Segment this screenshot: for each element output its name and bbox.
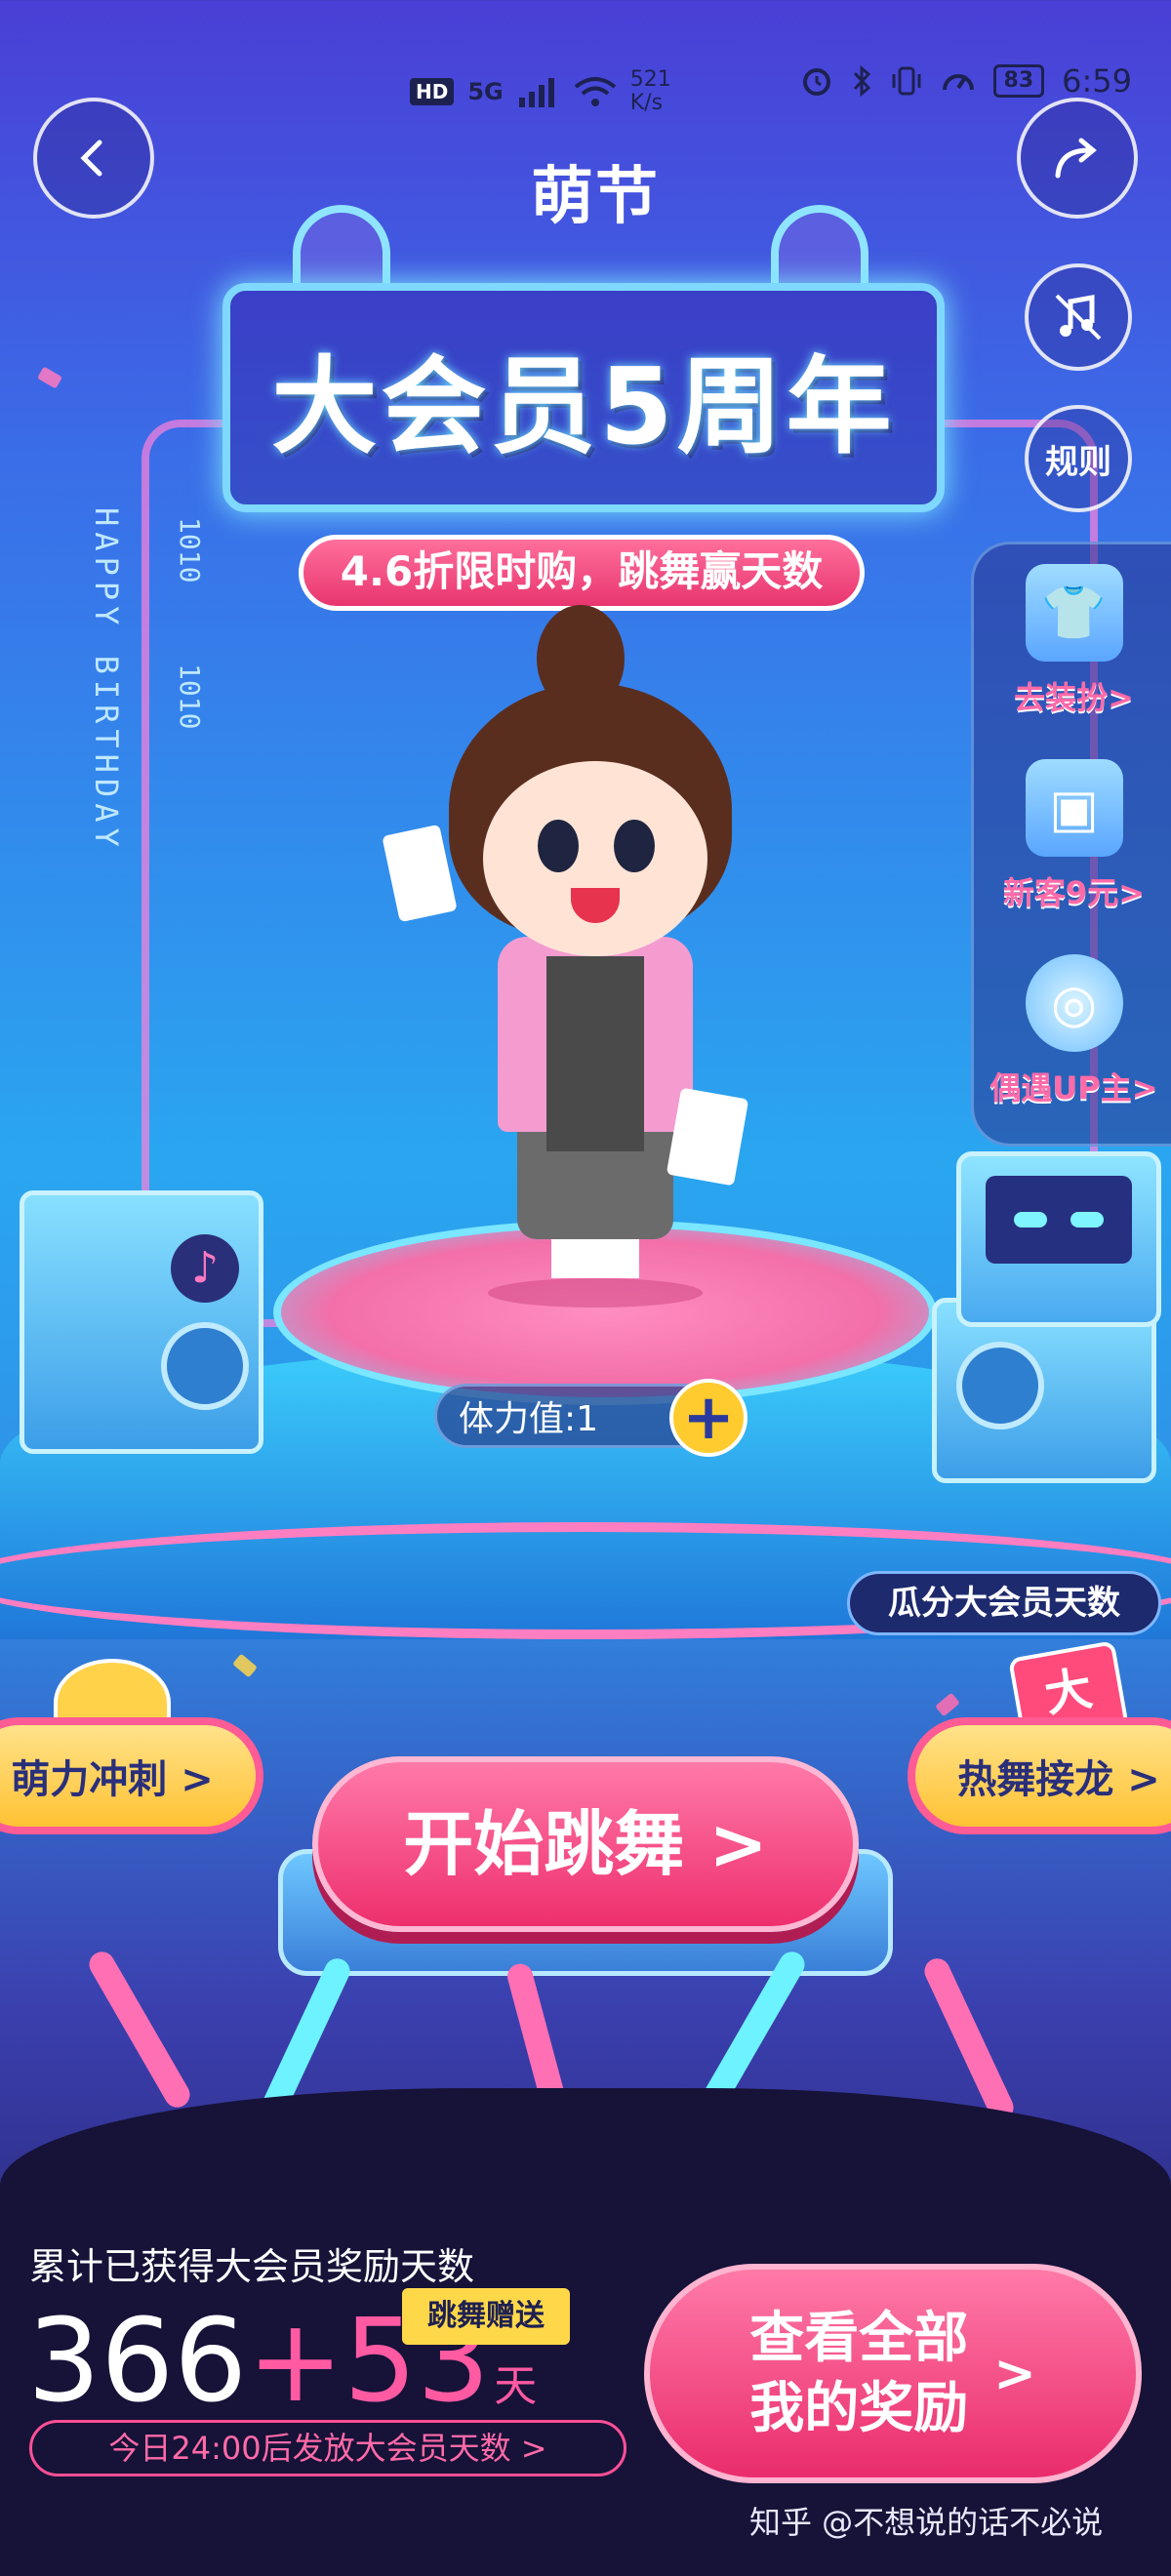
event-logo: 萌节 xyxy=(531,161,660,233)
total-reward-label: 累计已获得大会员奖励天数 xyxy=(29,2245,475,2288)
dance-relay-button[interactable]: 热舞接龙 > xyxy=(908,1717,1171,1834)
view-line-1: 查看全部 xyxy=(749,2306,969,2370)
clock: 6:59 xyxy=(1062,62,1132,100)
avatar-robe xyxy=(546,956,644,1151)
bluetooth-icon xyxy=(853,64,870,98)
view-line-2: 我的奖励 xyxy=(749,2376,969,2440)
chevron-left-icon xyxy=(80,140,102,177)
rules-label: 规则 xyxy=(1045,442,1111,482)
confetti xyxy=(935,1692,960,1717)
add-stamina-button[interactable]: + xyxy=(669,1379,747,1457)
alarm-icon xyxy=(802,68,830,96)
light-stick xyxy=(920,1953,1018,2125)
dash-mode-button[interactable]: 萌力冲刺 > xyxy=(0,1717,263,1834)
speaker-cone xyxy=(956,1342,1044,1429)
avatar-eye-left xyxy=(538,820,579,872)
status-right: 83 6:59 xyxy=(800,62,1132,100)
signal-label: 5G xyxy=(467,78,504,105)
avatar-face xyxy=(483,761,707,956)
side-item-new-customer[interactable]: ▣ 新客9元> xyxy=(974,740,1171,935)
view-all-rewards-button[interactable]: 查看全部 我的奖励 > xyxy=(644,2264,1142,2483)
confetti xyxy=(36,366,63,389)
view-rewards-text: 查看全部 我的奖励 xyxy=(749,2304,968,2444)
tshirt-icon: 👕 xyxy=(1025,564,1123,662)
back-button[interactable] xyxy=(33,98,154,219)
watermark: 知乎 @不想说的话不必说 xyxy=(749,2504,1104,2541)
title-board: 大会员5周年 xyxy=(222,283,945,512)
light-stick-right xyxy=(666,1087,749,1187)
side-item-meet-up[interactable]: ◎ 偶遇UP主> xyxy=(974,935,1171,1130)
day-unit: 天 xyxy=(494,2361,538,2411)
vibrate-icon xyxy=(892,66,921,96)
promo-subtitle: 4.6折限时购，跳舞赢天数 xyxy=(299,535,865,611)
event-title: 大会员5周年 xyxy=(271,345,896,468)
light-stick xyxy=(84,1947,195,2113)
avatar-shadow xyxy=(488,1278,703,1308)
wifi-icon xyxy=(574,77,616,106)
side-number-top: 1010 xyxy=(174,517,206,584)
speaker-left: ♪ xyxy=(20,1190,263,1454)
net-speed: 521 K/s xyxy=(629,67,671,115)
hd-badge: HD xyxy=(410,78,455,105)
robot-face xyxy=(986,1176,1132,1264)
side-item-label: 偶遇UP主> xyxy=(989,1069,1158,1107)
share-button[interactable] xyxy=(1017,98,1138,219)
split-days-tag[interactable]: 瓜分大会员天数 xyxy=(847,1571,1161,1635)
music-note-icon: ♪ xyxy=(171,1234,239,1303)
birthday-side-text: HAPPY BIRTHDAY xyxy=(88,507,125,853)
side-item-label: 去装扮> xyxy=(1014,679,1134,716)
avatar-mouth xyxy=(571,888,620,923)
start-dance-button[interactable]: 开始跳舞 > xyxy=(312,1756,859,1932)
side-item-label: 新客9元> xyxy=(1002,874,1146,911)
stamina-indicator: 体力值:1 + xyxy=(434,1379,747,1457)
base-days: 366 xyxy=(27,2293,248,2428)
light-stick-left xyxy=(382,824,458,923)
avatar-socks xyxy=(551,1239,639,1278)
magnifier-icon: ◎ xyxy=(1025,954,1123,1052)
card-icon: ▣ xyxy=(1025,759,1123,857)
status-left: HD 5G 521 K/s xyxy=(410,68,699,115)
speed-icon xyxy=(942,74,974,91)
dancing-avatar xyxy=(382,605,781,1308)
rules-button[interactable]: 规则 xyxy=(1025,405,1132,512)
side-number-bottom: 1010 xyxy=(174,664,206,730)
dance-bonus-tag: 跳舞赠送 xyxy=(402,2288,570,2345)
music-off-icon xyxy=(1055,294,1102,341)
music-toggle-button[interactable] xyxy=(1025,263,1132,371)
signal-icon xyxy=(518,78,554,107)
speaker-cone xyxy=(161,1322,249,1410)
avatar-eye-right xyxy=(614,820,655,872)
side-item-dressup[interactable]: 👕 去装扮> xyxy=(974,544,1171,740)
stamina-label: 体力值:1 xyxy=(459,1399,599,1439)
chevron-right-icon: > xyxy=(993,2344,1036,2403)
confetti xyxy=(232,1653,258,1678)
release-notice[interactable]: 今日24:00后发放大会员天数 > xyxy=(29,2420,626,2476)
side-shortcut-panel: 👕 去装扮> ▣ 新客9元> ◎ 偶遇UP主> xyxy=(971,542,1171,1147)
robot-speaker xyxy=(956,1151,1161,1327)
share-arrow-icon xyxy=(1055,138,1097,179)
battery-indicator: 83 xyxy=(992,64,1045,98)
